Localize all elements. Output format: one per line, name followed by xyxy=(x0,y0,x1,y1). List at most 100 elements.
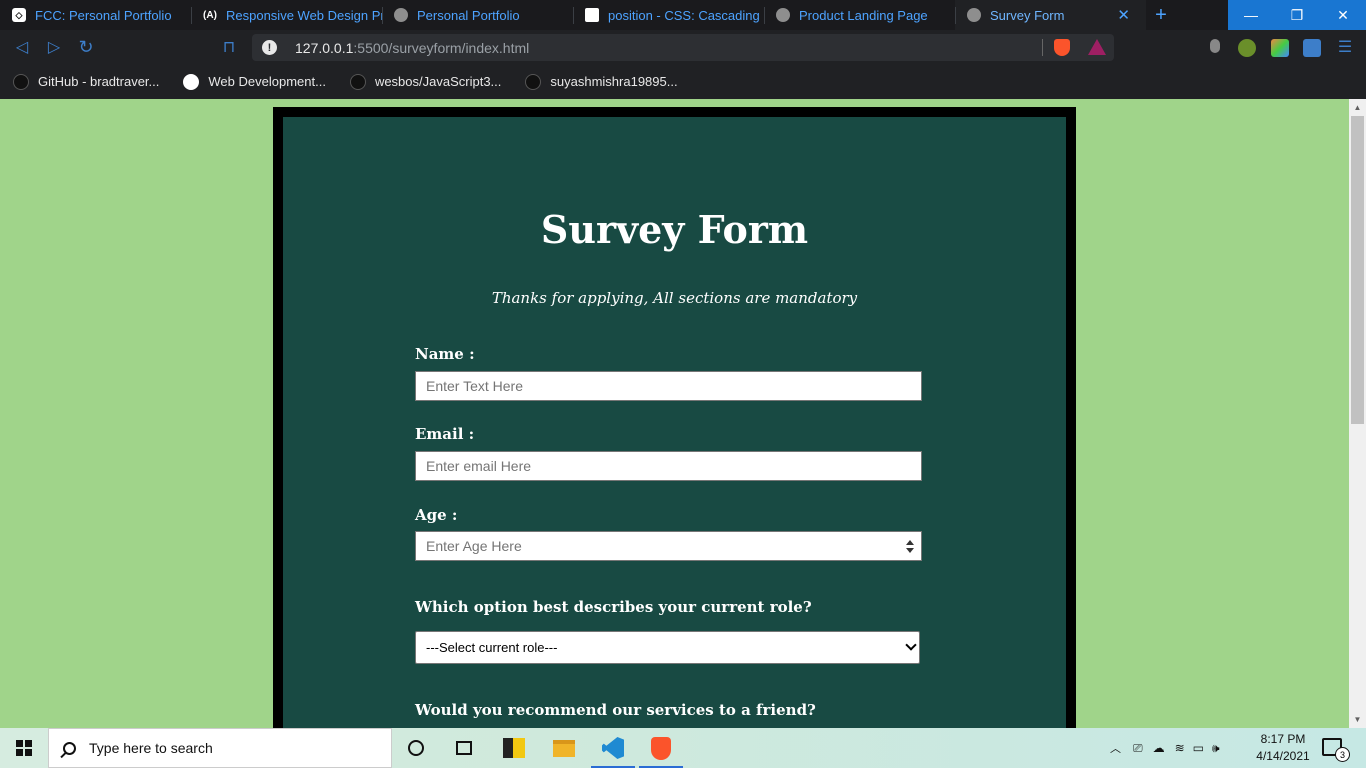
tab-survey-form[interactable]: Survey Form ✕ xyxy=(955,0,1146,30)
extension-mouse-icon[interactable] xyxy=(1210,39,1220,53)
tab-fcc-portfolio[interactable]: ◇ FCC: Personal Portfolio xyxy=(0,0,191,30)
brave-icon xyxy=(651,736,671,760)
back-icon[interactable]: ◁ xyxy=(12,37,32,57)
close-tab-icon[interactable]: ✕ xyxy=(1117,6,1130,24)
system-tray: ︿ ⎚ ☁ ≋ ▭ 🕪 xyxy=(1110,728,1220,768)
bookmark-web-development[interactable]: Web Development... xyxy=(183,73,326,90)
clock[interactable]: 8:17 PM 4/14/2021 xyxy=(1250,731,1316,765)
age-input[interactable]: Enter Age Here xyxy=(415,531,922,561)
bookmark-label: GitHub - bradtraver... xyxy=(38,74,160,89)
github-icon xyxy=(349,73,366,90)
page-description: Thanks for applying, All sections are ma… xyxy=(491,289,858,307)
tab-title: Survey Form xyxy=(990,7,1065,23)
globe-icon xyxy=(967,8,981,22)
tab-personal-portfolio[interactable]: Personal Portfolio xyxy=(382,0,573,30)
restore-button[interactable]: ❐ xyxy=(1274,0,1320,30)
scrollbar-thumb[interactable] xyxy=(1351,116,1364,424)
task-view-button[interactable] xyxy=(440,728,488,768)
onedrive-icon[interactable]: ☁ xyxy=(1153,741,1165,755)
bookmark-icon[interactable]: ⊓ xyxy=(219,37,239,57)
bookmark-label: suyashmishra19895... xyxy=(550,74,678,89)
github-icon xyxy=(525,73,542,90)
volume-icon[interactable]: 🕪 xyxy=(1212,741,1220,756)
file-explorer-icon xyxy=(553,739,575,757)
bookmarks-bar: GitHub - bradtraver... Web Development..… xyxy=(0,64,1366,99)
forward-icon[interactable]: ▷ xyxy=(44,37,64,57)
close-window-button[interactable]: ✕ xyxy=(1320,0,1366,30)
taskbar-search[interactable]: Type here to search xyxy=(48,728,392,768)
cortana-button[interactable] xyxy=(392,728,440,768)
sticky-notes-button[interactable] xyxy=(490,728,538,768)
page-viewport: Survey Form Thanks for applying, All sec… xyxy=(0,99,1349,728)
new-tab-button[interactable]: + xyxy=(1146,0,1176,30)
sticky-notes-icon xyxy=(503,738,525,758)
action-center-icon[interactable]: 3 xyxy=(1322,738,1350,762)
url-text: 127.0.0.1:5500/surveyform/index.html xyxy=(295,39,530,56)
scroll-down-icon[interactable]: ▼ xyxy=(1349,711,1366,728)
bookmark-suyashmishra[interactable]: suyashmishra19895... xyxy=(525,73,678,90)
role-selected-value: ---Select current role--- xyxy=(426,640,558,655)
number-spinner-icon[interactable] xyxy=(906,540,914,553)
tab-product-landing[interactable]: Product Landing Page xyxy=(764,0,955,30)
tab-title: Personal Portfolio xyxy=(417,7,520,23)
wifi-icon[interactable]: ≋ xyxy=(1175,741,1185,755)
tab-strip: ◇ FCC: Personal Portfolio (A) Responsive… xyxy=(0,0,1366,30)
brave-rewards-icon[interactable] xyxy=(1088,39,1106,55)
vscode-button[interactable] xyxy=(589,728,637,768)
site-info-icon[interactable]: ! xyxy=(262,40,277,55)
windows-logo-icon xyxy=(16,740,32,756)
email-placeholder: Enter email Here xyxy=(426,458,532,474)
search-placeholder: Type here to search xyxy=(89,740,213,756)
github-icon xyxy=(13,73,29,90)
tab-title: FCC: Personal Portfolio xyxy=(35,7,172,23)
extensions-puzzle-icon[interactable] xyxy=(1303,39,1321,57)
tab-title: Responsive Web Design Proj xyxy=(226,7,382,23)
role-select[interactable]: ---Select current role--- xyxy=(415,631,920,664)
bookmark-favicon-icon xyxy=(183,73,200,90)
freecodecamp-icon: (A) xyxy=(203,9,217,21)
mdn-icon xyxy=(585,8,599,22)
extension-tree-icon[interactable] xyxy=(1238,39,1256,57)
chevron-up-icon[interactable]: ︿ xyxy=(1110,740,1121,756)
recommend-question: Would you recommend our services to a fr… xyxy=(415,701,816,719)
menu-icon[interactable]: ☰ xyxy=(1335,37,1355,57)
name-label: Name : xyxy=(415,345,475,363)
task-view-icon xyxy=(456,741,472,755)
tab-title: position - CSS: Cascading Sty xyxy=(608,7,764,23)
bookmark-github-bradtraversy[interactable]: GitHub - bradtraver... xyxy=(13,73,160,90)
codepen-icon: ◇ xyxy=(12,8,26,22)
globe-icon xyxy=(394,8,408,22)
page-scrollbar[interactable]: ▲ ▼ xyxy=(1349,99,1366,728)
windows-taskbar: Type here to search ︿ ⎚ ☁ ≋ ▭ 🕪 8:17 PM … xyxy=(0,728,1366,768)
reload-icon[interactable]: ↻ xyxy=(76,37,96,57)
bookmark-wesbos-javascript[interactable]: wesbos/JavaScript3... xyxy=(349,73,501,90)
brave-shields-icon[interactable] xyxy=(1054,39,1070,56)
clock-date: 4/14/2021 xyxy=(1256,749,1310,763)
age-placeholder: Enter Age Here xyxy=(426,538,522,554)
extension-colorzilla-icon[interactable] xyxy=(1271,39,1289,57)
search-icon xyxy=(63,741,76,755)
email-input[interactable]: Enter email Here xyxy=(415,451,922,481)
tab-responsive-web-design[interactable]: (A) Responsive Web Design Proj xyxy=(191,0,382,30)
name-input[interactable]: Enter Text Here xyxy=(415,371,922,401)
chevron-down-icon xyxy=(905,639,917,651)
minimize-button[interactable]: — xyxy=(1228,0,1274,30)
start-button[interactable] xyxy=(0,728,48,768)
file-explorer-button[interactable] xyxy=(540,728,588,768)
divider xyxy=(1042,39,1043,56)
brave-browser-button[interactable] xyxy=(637,728,685,768)
name-placeholder: Enter Text Here xyxy=(426,378,524,394)
bookmark-label: Web Development... xyxy=(208,74,326,89)
tab-mdn-position[interactable]: position - CSS: Cascading Sty xyxy=(573,0,764,30)
toolbar: ◁ ▷ ↻ ⊓ ! 127.0.0.1:5500/surveyform/inde… xyxy=(0,30,1366,64)
role-question: Which option best describes your current… xyxy=(415,598,812,616)
tab-title: Product Landing Page xyxy=(799,7,928,23)
battery-icon[interactable]: ▭ xyxy=(1193,741,1204,755)
vscode-icon xyxy=(602,737,624,759)
age-label: Age : xyxy=(415,506,458,524)
notification-badge: 3 xyxy=(1335,747,1350,762)
scroll-up-icon[interactable]: ▲ xyxy=(1349,99,1366,116)
meet-now-icon[interactable]: ⎚ xyxy=(1133,741,1143,756)
address-bar[interactable]: ! 127.0.0.1:5500/surveyform/index.html xyxy=(252,34,1114,61)
cortana-icon xyxy=(408,740,424,756)
